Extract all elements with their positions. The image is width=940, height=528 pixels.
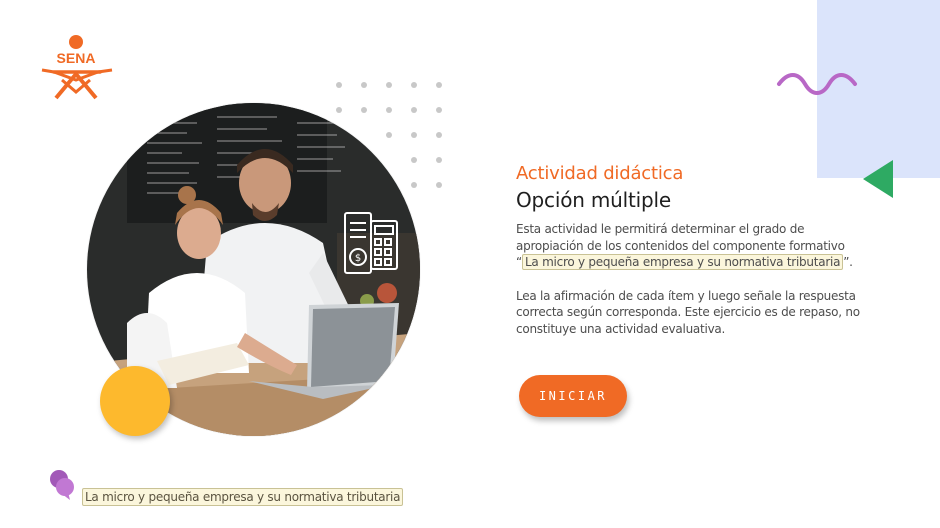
activity-intro: Actividad didáctica Opción múltiple Esta… [516,163,861,354]
activity-description: Esta actividad le permitirá determinar e… [516,221,861,271]
highlighted-topic: La micro y pequeña empresa y su normativ… [521,254,844,270]
squiggle-decoration-icon [777,73,857,95]
start-button[interactable]: INICIAR [519,375,627,417]
activity-title: Opción múltiple [516,188,671,212]
sena-logo: SENA [41,35,113,100]
footer-topic-label: La micro y pequeña empresa y su normativ… [82,488,404,506]
activity-instructions: Lea la afirmación de cada ítem y luego s… [516,288,860,336]
triangle-decoration-icon [863,160,893,198]
purple-bubble-icon [50,470,74,500]
activity-kicker: Actividad didáctica [516,163,684,184]
description-end: ”. [843,255,853,269]
logo-text: SENA [57,50,96,66]
svg-text:$: $ [355,253,361,264]
yellow-circle-decoration [100,366,170,436]
